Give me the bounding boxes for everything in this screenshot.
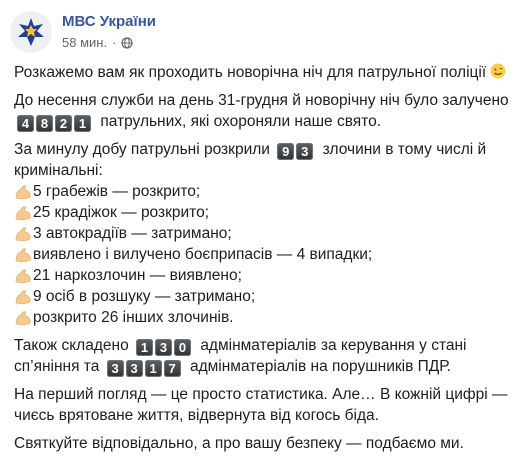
globe-icon[interactable] [121, 37, 134, 49]
paragraph-crimes: За минулу добу патрульні розкрили 93 зло… [14, 139, 519, 328]
flexed-biceps-icon [15, 247, 31, 262]
digit-keys-dui: 130 [136, 335, 193, 356]
page-name[interactable]: МВС України [62, 12, 156, 32]
separator-dot: · [112, 35, 117, 50]
digit-key: 3 [125, 360, 143, 377]
flexed-biceps-icon [15, 205, 31, 220]
list-item: розкрито 26 інших злочинів. [14, 307, 519, 328]
digit-key: 4 [17, 115, 34, 132]
digit-keys-patrol: 4821 [17, 111, 93, 132]
digit-key: 1 [136, 339, 153, 356]
digit-key: 9 [277, 143, 295, 160]
post-header: МВС України 58 мин. · [10, 10, 156, 54]
digit-key: 2 [55, 115, 72, 132]
flexed-biceps-icon [15, 268, 31, 283]
digit-key: 0 [174, 339, 191, 356]
flexed-biceps-icon [15, 226, 31, 241]
list-item: 25 крадіжок — розкрито; [14, 202, 519, 223]
list-item: виявлено і вилучено боєприпасів — 4 випа… [14, 244, 519, 265]
digit-key: 8 [36, 115, 53, 132]
post-content: Розкажемо вам як проходить новорічна ніч… [14, 62, 519, 461]
list-item: 9 осіб в розшуку — затримано; [14, 286, 519, 307]
list-item: 21 наркозлочин — виявлено; [14, 265, 519, 286]
digit-key: 7 [163, 360, 181, 377]
digit-keys-crimes: 93 [277, 139, 315, 160]
paragraph-intro: Розкажемо вам як проходить новорічна ніч… [14, 62, 519, 83]
paragraph-patrol-count: До несення служби на день 31-грудня й но… [14, 92, 509, 132]
digit-key: 1 [74, 115, 91, 132]
flexed-biceps-icon [15, 184, 31, 199]
police-emblem-icon [18, 18, 44, 46]
facebook-post: МВС України 58 мин. · Розкажемо вам як п… [0, 0, 525, 461]
post-time[interactable]: 58 мин. [62, 34, 107, 52]
digit-key: 1 [144, 360, 162, 377]
avatar[interactable] [10, 11, 52, 53]
digit-key: 3 [155, 339, 172, 356]
digit-key: 3 [106, 360, 124, 377]
paragraph-admin-materials: Також складено 130 адмінматеріалів за ке… [14, 335, 467, 377]
smile-emoji-icon [490, 63, 506, 79]
digit-key: 3 [296, 143, 314, 160]
paragraph-closing: Святкуйте відповідально, а про вашу безп… [14, 435, 464, 452]
flexed-biceps-icon [15, 310, 31, 325]
list-item: 3 автокрадіїв — затримано; [14, 223, 519, 244]
list-item: 5 грабежів — розкрито; [14, 181, 519, 202]
flexed-biceps-icon [15, 289, 31, 304]
digit-keys-traffic: 3317 [106, 356, 183, 377]
paragraph-statistics: На перший погляд — це просто статистика.… [14, 386, 508, 424]
